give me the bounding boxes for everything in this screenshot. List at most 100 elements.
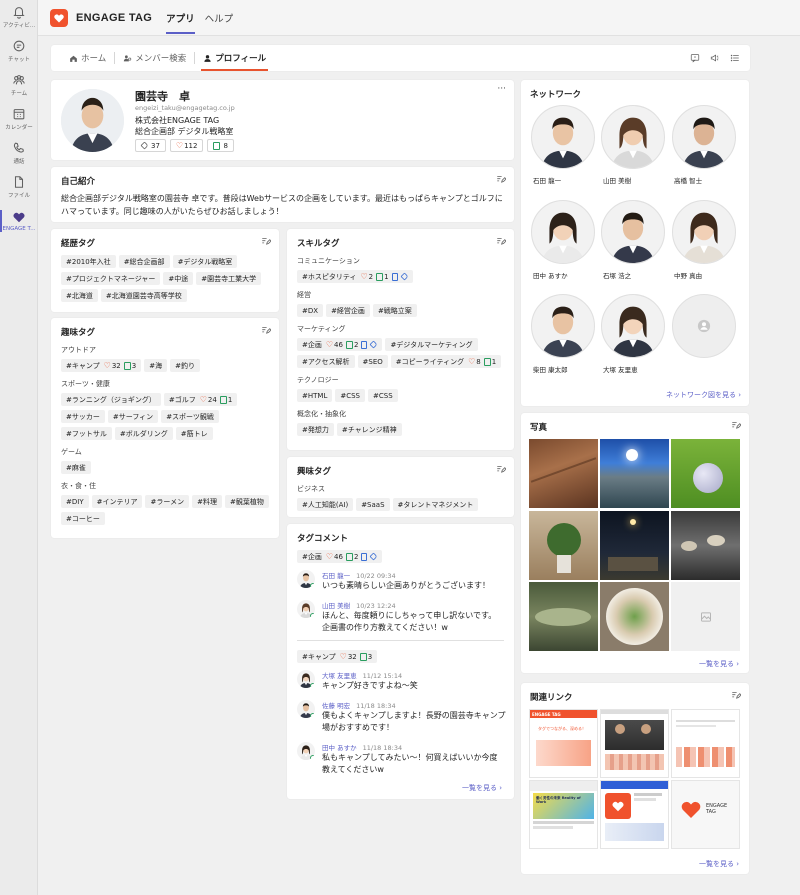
nav-home[interactable]: ホーム [61, 45, 114, 71]
link-thumb-reality-of-work[interactable]: 働く男性の未来 Reality of Work [529, 780, 598, 849]
photo-oysters[interactable] [671, 511, 740, 580]
tag-chip[interactable]: #ランニング（ジョギング） [61, 393, 161, 406]
tab-help[interactable]: ヘルプ [205, 0, 234, 36]
commenter-name[interactable]: 山田 美樹 [322, 602, 350, 610]
nav-member-search[interactable]: メンバー検索 [115, 45, 194, 71]
photo-ramen[interactable] [600, 582, 669, 651]
tag-chip[interactable]: #麻雀 [61, 461, 91, 474]
tag-chip[interactable]: #海 [144, 359, 168, 372]
commenter-name[interactable]: 石田 龍一 [322, 572, 350, 580]
links-more-link[interactable]: 一覧を見る › [699, 859, 739, 869]
tag-chip[interactable]: #ラーメン [145, 495, 190, 508]
rail-chat[interactable]: チャット [0, 34, 38, 68]
tag-chip[interactable]: #総合企画部 [118, 255, 170, 268]
tag-chip[interactable]: #デジタルマーケティング [385, 338, 478, 351]
edit-icon[interactable] [261, 236, 271, 246]
tag-chip[interactable]: #観葉植物 [224, 495, 269, 508]
network-person[interactable]: 田中 あすか [531, 200, 597, 280]
tag-chip[interactable]: #インテリア [91, 495, 143, 508]
photos-more-link[interactable]: 一覧を見る › [699, 659, 739, 669]
link-thumb-engage-tag[interactable]: ENGAGE TAG タグでつながる、深める！ [529, 709, 598, 778]
tag-chip[interactable]: #北海道園芸寺高等学校 [100, 289, 187, 302]
edit-icon[interactable] [496, 464, 506, 474]
tag-chip[interactable]: #SEO [357, 355, 388, 368]
rail-files[interactable]: ファイル [0, 170, 38, 204]
photo-wood[interactable] [529, 439, 598, 508]
rail-engage-tag[interactable]: ENGAGE T... [0, 204, 38, 238]
tag-chip[interactable]: #園芸寺工業大学 [196, 272, 262, 285]
tag-chip[interactable]: #中途 [163, 272, 194, 285]
commenter-avatar[interactable] [297, 670, 315, 688]
tab-app[interactable]: アプリ [166, 0, 195, 36]
tag-chip[interactable]: #スポーツ観戦 [161, 410, 219, 423]
tag-chip[interactable]: #ゴルフ ♡ 24 1 [163, 393, 238, 406]
commenter-name[interactable]: 佐藤 明宏 [322, 702, 350, 710]
link-thumb-app-store[interactable] [600, 780, 669, 849]
tag-chip[interactable]: #アクセス解析 [297, 355, 355, 368]
network-person[interactable]: 石田 龍一 [531, 105, 597, 185]
comments-more-link[interactable]: 一覧を見る › [462, 783, 502, 793]
tag-chip[interactable]: #プロジェクトマネージャー [61, 272, 161, 285]
tag-chip[interactable]: #筋トレ [175, 427, 213, 440]
network-person[interactable]: 高橋 智士 [672, 105, 738, 185]
nav-profile[interactable]: プロフィール [195, 45, 274, 71]
tag-chip[interactable]: #DX [297, 304, 324, 317]
tag-chip[interactable]: #発想力 [297, 423, 334, 436]
edit-icon[interactable] [261, 325, 271, 335]
commenter-avatar[interactable] [297, 742, 315, 760]
tag-chip[interactable]: #CSS [335, 389, 365, 402]
tag-chip[interactable]: #2010年入社 [61, 255, 116, 268]
tag-chip[interactable]: #企画 ♡ 46 2 [297, 338, 383, 351]
photo-night-camp[interactable] [600, 511, 669, 580]
edit-icon[interactable] [496, 174, 506, 184]
commenter-avatar[interactable] [297, 700, 315, 718]
edit-icon[interactable] [496, 236, 506, 246]
list-icon[interactable] [730, 53, 740, 63]
photo-lake[interactable] [600, 439, 669, 508]
rail-calls[interactable]: 通話 [0, 136, 38, 170]
photo-golf-ball[interactable] [671, 439, 740, 508]
tag-chip[interactable]: #北海道 [61, 289, 98, 302]
commenter-avatar[interactable] [297, 600, 315, 618]
tag-chip[interactable]: #CSS [368, 389, 398, 402]
link-thumb-site[interactable] [671, 709, 740, 778]
tag-chip[interactable]: #経営企画 [326, 304, 370, 317]
tag-chip[interactable]: #ボルダリング [114, 427, 173, 440]
tag-chip[interactable]: #フットサル [61, 427, 112, 440]
tag-chip[interactable]: #釣り [170, 359, 200, 372]
tag-chip[interactable]: #サーフィン [107, 410, 159, 423]
network-person[interactable]: 大塚 友里恵 [601, 294, 667, 374]
tag-chip[interactable]: #SaaS [356, 498, 390, 511]
network-empty-slot[interactable] [672, 294, 738, 358]
rail-calendar[interactable]: カレンダー [0, 102, 38, 136]
photo-placeholder[interactable] [671, 582, 740, 651]
tag-chip[interactable]: #ホスピタリティ ♡ 2 1 [297, 270, 413, 283]
commenter-avatar[interactable] [297, 570, 315, 588]
tag-chip[interactable]: #戦略立案 [372, 304, 417, 317]
tag-chip[interactable]: #料理 [192, 495, 222, 508]
network-person[interactable]: 山田 美樹 [601, 105, 667, 185]
profile-email[interactable]: engeizi_taku@engagetag.co.jp [135, 104, 235, 112]
tag-chip[interactable]: #キャンプ ♡ 32 3 [61, 359, 142, 372]
tag-chip[interactable]: #タレントマネジメント [392, 498, 479, 511]
rail-teams[interactable]: チーム [0, 68, 38, 102]
photo-fish[interactable] [529, 582, 598, 651]
link-thumb-engage-heart[interactable]: ENGAGE TAG [671, 780, 740, 849]
rail-activity[interactable]: アクティビ... [0, 0, 38, 34]
tag-chip[interactable]: #コピーライティング ♡ 8 1 [390, 355, 502, 368]
tag-chip[interactable]: #デジタル戦略室 [172, 255, 238, 268]
commenter-name[interactable]: 田中 あすか [322, 744, 357, 752]
tag-chip[interactable]: #DIY [61, 495, 89, 508]
tag-chip[interactable]: #キャンプ ♡ 32 3 [297, 650, 378, 663]
announcement-icon[interactable] [710, 53, 720, 63]
edit-icon[interactable] [731, 690, 741, 700]
tag-chip[interactable]: #コーヒー [61, 512, 105, 525]
edit-icon[interactable] [731, 420, 741, 430]
feedback-icon[interactable] [690, 53, 700, 63]
link-thumb-interview[interactable] [600, 709, 669, 778]
tag-chip[interactable]: #HTML [297, 389, 333, 402]
tag-chip[interactable]: #サッカー [61, 410, 105, 423]
photo-plant[interactable] [529, 511, 598, 580]
tag-chip[interactable]: #人工知能(AI) [297, 498, 354, 511]
network-person[interactable]: 石塚 浩之 [601, 200, 667, 280]
